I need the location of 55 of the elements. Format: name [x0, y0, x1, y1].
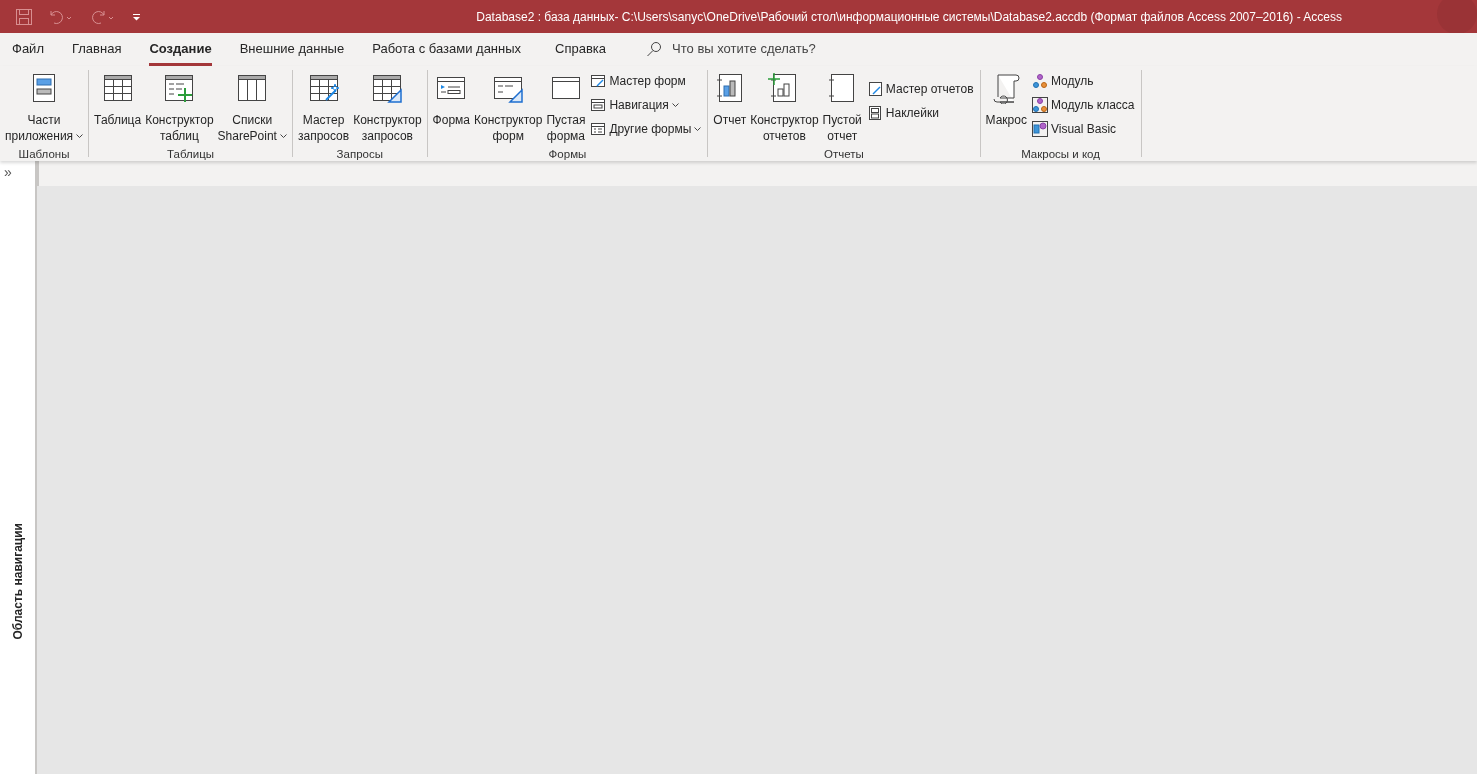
ribbon-button[interactable]: Модуль класса — [1029, 94, 1137, 116]
search-field[interactable]: Что вы хотите сделать? — [670, 38, 871, 60]
pane-label: Область навигации — [9, 523, 26, 640]
ribbon-button[interactable]: Модуль — [1029, 70, 1137, 92]
class-module-icon — [1031, 97, 1048, 113]
ribbon-button[interactable]: Таблица — [93, 70, 143, 146]
group-label: Отчеты — [823, 147, 865, 162]
ribbon-tab[interactable]: Справка — [555, 36, 607, 66]
group-label: Формы — [547, 147, 588, 162]
ribbon-button[interactable]: Части приложения — [4, 70, 85, 146]
caret-icon — [694, 127, 702, 133]
module-icon — [1031, 73, 1048, 89]
save-icon[interactable] — [16, 8, 32, 25]
navigation-icon — [590, 97, 607, 113]
ribbon-button[interactable]: Списки SharePoint — [216, 70, 288, 146]
ribbon-tab[interactable]: Работа с базами данных — [372, 36, 522, 66]
code-window-icon — [1031, 121, 1048, 137]
ribbon-button[interactable]: Другие формы — [588, 118, 704, 140]
report-wizard-icon — [866, 81, 883, 97]
undo-icon[interactable] — [48, 8, 74, 25]
forms-icon — [590, 121, 607, 137]
ribbon-button[interactable]: Отчет — [712, 70, 748, 146]
expand-button[interactable]: » — [4, 165, 12, 179]
ribbon-button[interactable]: Конструктор отчетов — [749, 70, 820, 146]
ribbon-tab[interactable]: Файл — [12, 36, 44, 66]
ribbon-button[interactable]: Пустой отчет — [821, 70, 863, 146]
ribbon-button[interactable]: Мастер отчетов — [864, 78, 976, 100]
ribbon-button[interactable]: Макрос — [984, 70, 1028, 146]
group-label: Таблицы — [166, 147, 215, 162]
ribbon-button[interactable]: Мастер запросов — [296, 70, 351, 146]
ribbon-button[interactable]: Конструктор форм — [473, 70, 544, 146]
caret-icon — [279, 134, 287, 140]
scroll-icon — [990, 72, 1023, 104]
group-label: Шаблоны — [17, 147, 71, 162]
search-icon — [646, 41, 663, 57]
redo-icon[interactable] — [90, 8, 116, 25]
customize-icon[interactable] — [132, 12, 141, 21]
group-label: Запросы — [335, 147, 384, 162]
ribbon-button[interactable]: Форма — [431, 70, 471, 146]
ribbon-button[interactable]: Visual Basic — [1029, 118, 1137, 140]
form-wizard-icon — [590, 73, 607, 89]
ribbon-button[interactable]: Конструктор таблиц — [144, 70, 215, 146]
ribbon-tab[interactable]: Главная — [71, 36, 122, 66]
ribbon-tab[interactable]: Внешние данные — [239, 36, 345, 66]
ribbon-button[interactable]: Навигация — [588, 94, 704, 116]
group-label: Макросы и код — [1020, 147, 1101, 162]
window-title: Database2 : база данных- C:\Users\sanyc\OneDrive\Рабочий стол\информационные системы\Database2.accdb (Формат файлов Access 2007–2016) - Access — [476, 8, 1342, 26]
caret-icon — [671, 103, 679, 109]
labels-icon — [866, 105, 883, 121]
ribbon-button[interactable]: Мастер форм — [588, 70, 704, 92]
account-avatar[interactable] — [1437, 0, 1477, 34]
ribbon-button[interactable]: Пустая форма — [545, 70, 587, 146]
caret-icon — [76, 134, 84, 140]
ribbon-button[interactable]: Наклейки — [864, 102, 976, 124]
ribbon-button[interactable]: Конструктор запросов — [352, 70, 423, 146]
